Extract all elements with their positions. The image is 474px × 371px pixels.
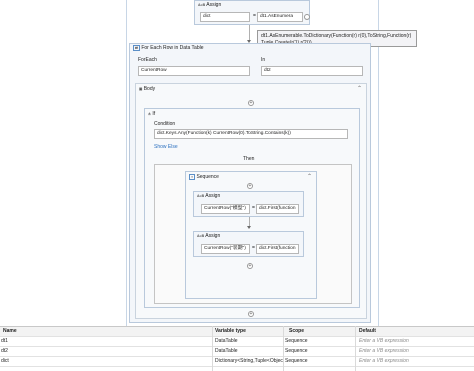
- variable-default[interactable]: Enter a VB expression: [359, 357, 469, 366]
- column-separator: [212, 326, 213, 371]
- variables-panel: Name Variable type Scope Default dt1 Dat…: [0, 326, 474, 371]
- if-header: ⋔ If: [148, 111, 155, 117]
- sequence-title: Sequence: [196, 174, 219, 180]
- header-name[interactable]: Name: [3, 327, 208, 336]
- variable-name[interactable]: dict: [1, 357, 206, 366]
- assign-to-field[interactable]: CurrentRow("装期"): [201, 244, 250, 254]
- condition-field[interactable]: dict.Keys.Any(Function(k) CurrentRow(0).…: [154, 129, 348, 139]
- tooltip-line-1: dt1.AsEnumerable.ToDictionary(Function(r…: [261, 33, 412, 39]
- plus-icon[interactable]: +: [247, 183, 253, 189]
- expression-editor-icon[interactable]: …: [304, 14, 310, 20]
- then-container[interactable]: ≡ Sequence ⌃ + A=B Assign CurrentRow("模型…: [154, 164, 352, 304]
- assign-value-field[interactable]: dict.First(function: [256, 244, 299, 254]
- in-collection-field[interactable]: dt2: [261, 66, 363, 76]
- variable-row[interactable]: dt2 DataTable Sequence Enter a VB expres…: [0, 347, 474, 357]
- connector-arrow: [247, 226, 251, 229]
- assign-activity-2[interactable]: A=B Assign CurrentRow("装期") = dict.First…: [193, 231, 304, 257]
- assign-equals-label: =: [252, 245, 255, 251]
- assign-title: Assign: [205, 193, 221, 199]
- assign-header: A=B Assign: [197, 193, 220, 199]
- for-each-row-activity[interactable]: ⇄ For Each Row in Data Table ForEach In …: [129, 43, 371, 323]
- sequence-header: ≡ Sequence: [189, 174, 219, 180]
- assign-value-field[interactable]: dt1.AsEnumera: [257, 12, 303, 22]
- assign-activity-top[interactable]: A=B Assign dict = dt1.AsEnumera …: [194, 0, 310, 25]
- variable-type[interactable]: DataTable: [215, 347, 281, 356]
- condition-label: Condition: [154, 121, 176, 127]
- in-label: In: [261, 57, 266, 63]
- variable-name[interactable]: dt1: [1, 337, 206, 346]
- foreach-variable-field[interactable]: CurrentRow: [138, 66, 250, 76]
- sequence-activity[interactable]: ≡ Sequence ⌃ + A=B Assign CurrentRow("模型…: [185, 171, 317, 299]
- variable-type[interactable]: DataTable: [215, 337, 281, 346]
- header-scope[interactable]: Scope: [289, 327, 353, 336]
- assign-title: Assign: [206, 2, 222, 8]
- variable-default[interactable]: Enter a VB expression: [359, 347, 469, 356]
- assign-header: A=B Assign: [197, 233, 220, 239]
- connector-line-top: [249, 25, 250, 41]
- collapse-icon[interactable]: ⌃: [307, 174, 312, 180]
- plus-icon[interactable]: +: [248, 311, 254, 317]
- sequence-icon: ≡: [189, 174, 196, 180]
- show-else-link[interactable]: Show Else: [154, 144, 178, 150]
- variable-scope[interactable]: Sequence: [285, 337, 349, 346]
- foreach-icon: ⇄: [133, 45, 140, 51]
- variable-scope[interactable]: Sequence: [285, 357, 349, 366]
- assign-icon: A=B: [197, 234, 205, 238]
- assign-icon: A=B: [197, 194, 205, 198]
- collapse-icon[interactable]: ⌃: [357, 86, 362, 92]
- variable-row[interactable]: dt1 DataTable Sequence Enter a VB expres…: [0, 337, 474, 347]
- assign-equals-label: =: [253, 13, 256, 19]
- body-icon: ▣: [139, 87, 143, 91]
- body-container[interactable]: ▣ Body ⌃ + ⋔ If Condition dict.Keys.Any(…: [135, 83, 367, 319]
- foreach-label: ForEach: [138, 57, 157, 63]
- plus-icon[interactable]: +: [247, 263, 253, 269]
- for-each-header: ⇄ For Each Row in Data Table: [133, 45, 204, 51]
- assign-to-field[interactable]: CurrentRow("模型"): [201, 204, 250, 214]
- header-variable-type[interactable]: Variable type: [215, 327, 281, 336]
- assign-to-field[interactable]: dict: [200, 12, 250, 22]
- then-label: Then: [243, 156, 255, 162]
- outer-sequence-right-border: [378, 0, 379, 326]
- workflow-canvas[interactable]: A=B Assign dict = dt1.AsEnumera … dt1.As…: [0, 0, 474, 326]
- assign-header: A=B Assign: [198, 2, 221, 8]
- plus-icon[interactable]: +: [248, 100, 254, 106]
- if-icon: ⋔: [148, 112, 151, 116]
- variables-header-row: Name Variable type Scope Default: [0, 327, 474, 337]
- if-activity[interactable]: ⋔ If Condition dict.Keys.Any(Function(k)…: [144, 108, 360, 308]
- variable-default[interactable]: Enter a VB expression: [359, 337, 469, 346]
- assign-title: Assign: [205, 233, 221, 239]
- assign-activity-1[interactable]: A=B Assign CurrentRow("模型") = dict.First…: [193, 191, 304, 217]
- outer-sequence-left-border: [126, 0, 127, 326]
- header-default[interactable]: Default: [359, 327, 469, 336]
- for-each-title: For Each Row in Data Table: [141, 45, 204, 51]
- assign-value-field[interactable]: dict.First(function: [256, 204, 299, 214]
- if-title: If: [152, 111, 156, 117]
- assign-equals-label: =: [252, 205, 255, 211]
- variable-name[interactable]: dt2: [1, 347, 206, 356]
- body-header: ▣ Body: [139, 86, 155, 92]
- body-title: Body: [143, 86, 156, 92]
- variable-scope[interactable]: Sequence: [285, 347, 349, 356]
- column-separator: [283, 326, 284, 371]
- column-separator: [355, 326, 356, 371]
- variable-type[interactable]: Dictionary<String,Tuple<Objec: [215, 357, 283, 366]
- variable-row[interactable]: dict Dictionary<String,Tuple<Objec Seque…: [0, 357, 474, 367]
- assign-icon: A=B: [198, 3, 206, 7]
